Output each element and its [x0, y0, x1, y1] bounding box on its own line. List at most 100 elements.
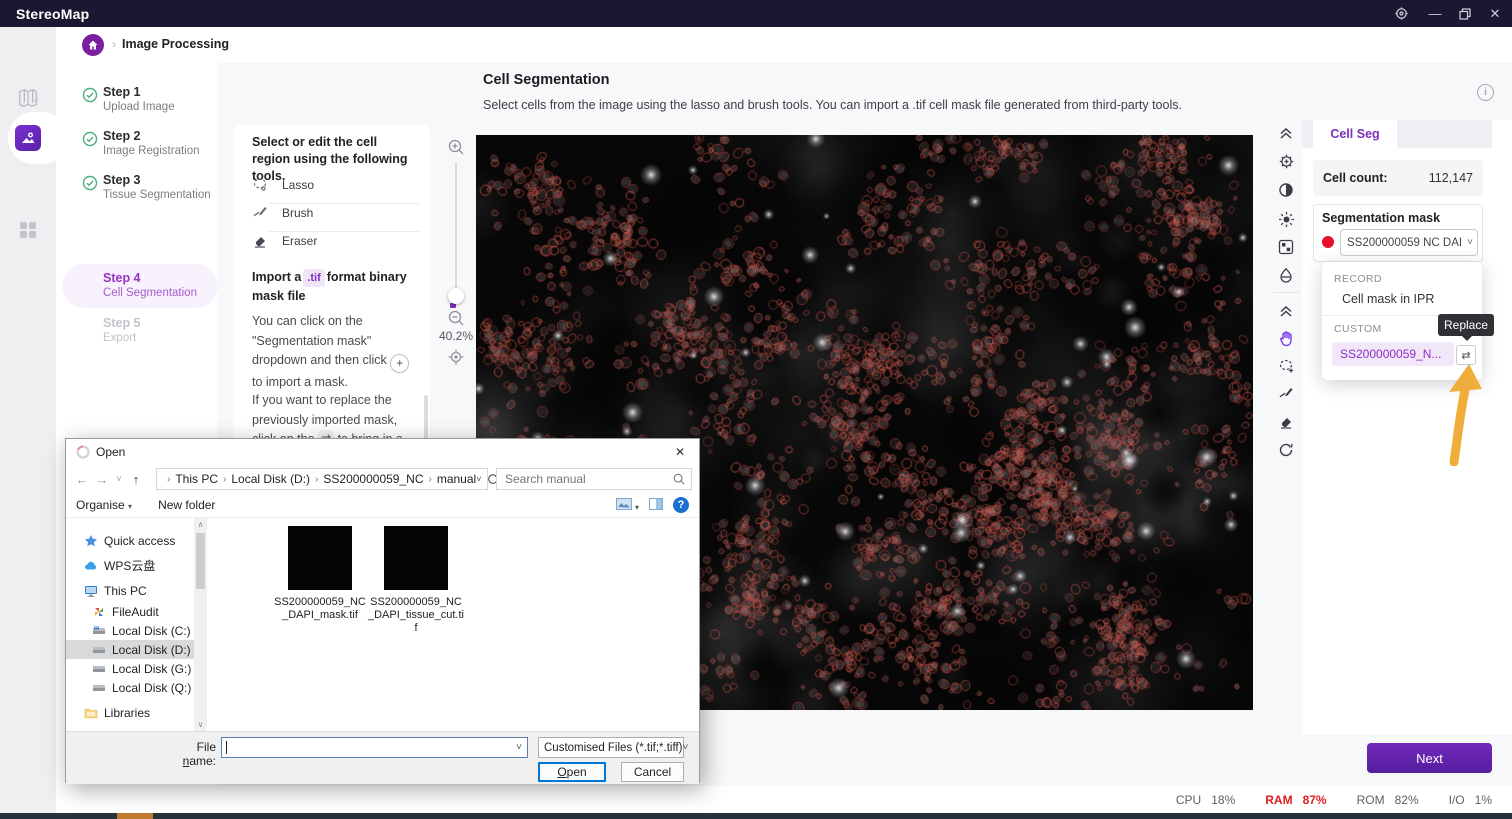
reset-view-button[interactable]: [1270, 442, 1302, 458]
eraser-tool-button[interactable]: [1270, 414, 1302, 430]
breadcrumb-separator: ›: [112, 37, 116, 51]
chevron-down-icon: ˅: [682, 742, 689, 753]
address-crumb[interactable]: SS200000059_NC: [323, 472, 423, 486]
tree-item-fileaudit[interactable]: FileAudit: [66, 602, 194, 621]
disk-icon: [93, 665, 105, 672]
settings-gear-icon[interactable]: [1384, 0, 1418, 27]
dialog-navigation-bar: ← → ˅ ↑ › This PC › Local Disk (D:) › SS…: [66, 465, 699, 493]
panel-tab-bar: Cell Seg: [1302, 120, 1492, 148]
back-button[interactable]: ←: [72, 472, 92, 487]
adjust-settings-button[interactable]: [1270, 153, 1302, 170]
open-button[interactable]: Open: [538, 762, 606, 782]
up-button[interactable]: ↑: [126, 472, 146, 487]
home-icon[interactable]: [82, 34, 104, 56]
search-input[interactable]: [503, 471, 667, 487]
next-button[interactable]: Next: [1367, 743, 1492, 773]
cell-count-value: 112,147: [1428, 171, 1473, 185]
file-name-input[interactable]: ˅: [221, 737, 528, 758]
forward-button[interactable]: →: [92, 472, 112, 487]
collapse-up-button[interactable]: [1270, 125, 1302, 141]
app-logo-icon: [76, 445, 90, 459]
tree-item-local-disk-q[interactable]: Local Disk (Q:): [66, 678, 194, 697]
annotation-arrow: [1432, 362, 1496, 471]
pan-tool-button-active[interactable]: [1270, 330, 1302, 347]
files-area: SS200000059_NC_DAPI_mask.tif SS200000059…: [207, 517, 701, 731]
open-file-dialog: Open ✕ ← → ˅ ↑ › This PC › Local Disk (D…: [65, 438, 701, 784]
tree-item-local-disk-g[interactable]: Local Disk (G:): [66, 659, 194, 678]
cancel-button[interactable]: Cancel: [621, 762, 684, 782]
breadcrumb-label: Image Processing: [122, 37, 229, 51]
search-box[interactable]: [496, 468, 692, 490]
address-crumb[interactable]: This PC: [175, 472, 218, 486]
tree-item-this-pc[interactable]: This PC: [66, 581, 194, 600]
lasso-icon: [253, 178, 267, 191]
taskbar-edge: [0, 813, 1512, 819]
sidebar-item-image-processing[interactable]: [0, 125, 56, 151]
dropdown-item-cell-mask-ipr[interactable]: Cell mask in IPR: [1342, 292, 1434, 306]
brush-tool-button[interactable]: [1270, 386, 1302, 402]
zoom-slider-handle[interactable]: [448, 288, 464, 304]
file-thumbnail: [288, 526, 352, 590]
view-mode-button[interactable]: ▾: [615, 497, 639, 513]
zoom-out-icon: [448, 310, 464, 326]
preview-pane-button[interactable]: [649, 497, 663, 513]
tree-item-local-disk-c[interactable]: Local Disk (C:): [66, 621, 194, 640]
page-title: Cell Segmentation: [483, 72, 610, 88]
mask-color-dot[interactable]: [1322, 236, 1334, 248]
cloud-icon: [85, 561, 97, 569]
image-icon: [15, 125, 41, 151]
file-item-tissue-cut-tif[interactable]: SS200000059_NC_DAPI_tissue_cut.tif: [368, 526, 464, 635]
segmentation-mask-card: Segmentation mask SS200000059 NC DAI ˅: [1313, 204, 1483, 262]
tab-cell-seg[interactable]: Cell Seg: [1313, 120, 1397, 148]
locate-button[interactable]: [447, 348, 465, 371]
new-folder-button[interactable]: New folder: [158, 498, 215, 512]
replace-tooltip: Replace: [1438, 314, 1494, 341]
address-crumb[interactable]: Local Disk (D:): [231, 472, 310, 486]
page-description: Select cells from the image using the la…: [483, 98, 1182, 112]
checkerboard-button[interactable]: [1270, 239, 1302, 255]
segmentation-mask-title: Segmentation mask: [1322, 211, 1441, 225]
sidebar-item-map[interactable]: [0, 87, 56, 109]
tree-item-local-disk-d-selected[interactable]: Local Disk (D:): [66, 640, 194, 659]
brightness-button[interactable]: [1270, 211, 1302, 228]
gear-adjust-icon: [1279, 154, 1293, 169]
contrast-button[interactable]: [1270, 182, 1302, 198]
check-circle-icon: [82, 131, 98, 152]
plus-icon[interactable]: +: [390, 354, 410, 374]
file-type-select[interactable]: Customised Files (*.tif;*.tiff) ˅: [538, 737, 688, 758]
cell-count-label: Cell count:: [1323, 171, 1388, 185]
opacity-button[interactable]: [1270, 267, 1302, 283]
brush-icon: [253, 207, 267, 217]
zoom-in-icon: [448, 139, 464, 155]
tree-item-libraries[interactable]: Libraries: [66, 703, 194, 722]
dropdown-group-custom: CUSTOM: [1334, 323, 1382, 335]
tree-scrollbar[interactable]: ∧ ∨: [194, 517, 207, 731]
mask-select[interactable]: SS200000059 NC DAI ˅: [1340, 229, 1478, 256]
file-item-mask-tif[interactable]: SS200000059_NC_DAPI_mask.tif: [272, 526, 368, 622]
tree-item-quick-access[interactable]: Quick access: [66, 531, 194, 550]
disk-icon: [93, 646, 105, 653]
tool-brush[interactable]: Brush: [252, 203, 418, 223]
zoom-slider-track[interactable]: [455, 162, 457, 290]
minimize-button[interactable]: —: [1418, 0, 1452, 27]
grid-icon: [20, 222, 36, 238]
tool-eraser[interactable]: Eraser: [252, 231, 418, 251]
close-button[interactable]: ✕: [1478, 0, 1512, 27]
help-button[interactable]: ?: [673, 497, 689, 513]
dialog-title-bar: Open ✕: [66, 439, 699, 465]
tool-lasso[interactable]: Lasso: [252, 175, 418, 195]
dialog-close-button[interactable]: ✕: [669, 443, 691, 461]
address-dropdown-caret[interactable]: ˅: [476, 474, 481, 484]
sidebar-item-apps[interactable]: [0, 219, 56, 241]
zoom-in-button[interactable]: [447, 138, 465, 161]
address-crumb[interactable]: manual: [437, 472, 476, 486]
restore-button[interactable]: [1448, 0, 1482, 27]
organise-menu[interactable]: Organise ▾: [76, 498, 132, 512]
info-icon[interactable]: i: [1477, 84, 1494, 101]
lasso-select-button[interactable]: [1270, 358, 1302, 375]
address-bar[interactable]: › This PC › Local Disk (D:) › SS20000005…: [156, 468, 499, 490]
collapse-up-button-2[interactable]: [1270, 303, 1302, 319]
recent-locations-caret[interactable]: ˅: [112, 474, 126, 484]
tree-item-wps-cloud[interactable]: WPS云盘: [66, 556, 194, 575]
dialog-title: Open: [96, 445, 126, 459]
